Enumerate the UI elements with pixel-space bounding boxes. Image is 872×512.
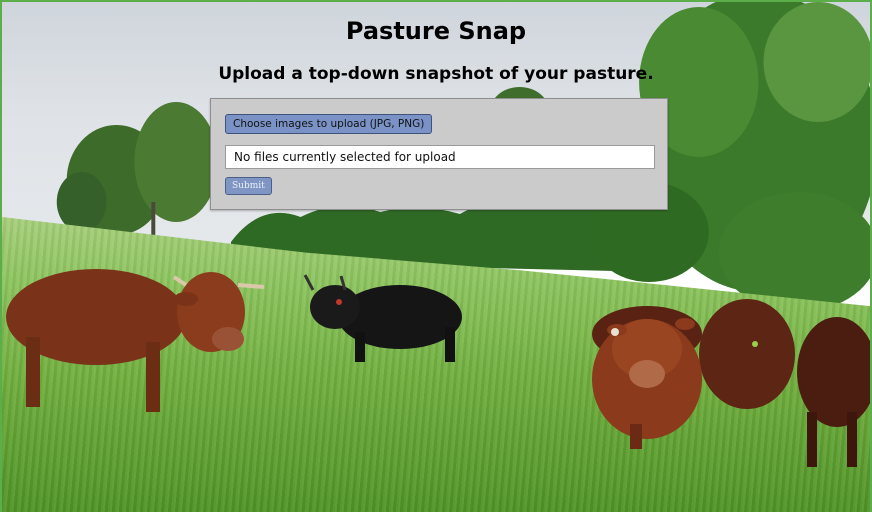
cow-brown-right-edge: [797, 317, 870, 467]
choose-images-button[interactable]: Choose images to upload (JPG, PNG): [225, 114, 433, 134]
upload-panel: Choose images to upload (JPG, PNG) No fi…: [210, 98, 668, 210]
cow-black: [303, 274, 462, 362]
cow-group-right: [592, 299, 795, 449]
page: Pasture Snap Upload a top-down snapshot …: [0, 0, 872, 512]
page-title: Pasture Snap: [345, 17, 527, 45]
cow-brown-left: [6, 269, 265, 412]
submit-button[interactable]: Submit: [225, 177, 272, 195]
page-subtitle: Upload a top-down snapshot of your pastu…: [218, 64, 654, 84]
file-status-field: No files currently selected for upload: [225, 145, 655, 169]
